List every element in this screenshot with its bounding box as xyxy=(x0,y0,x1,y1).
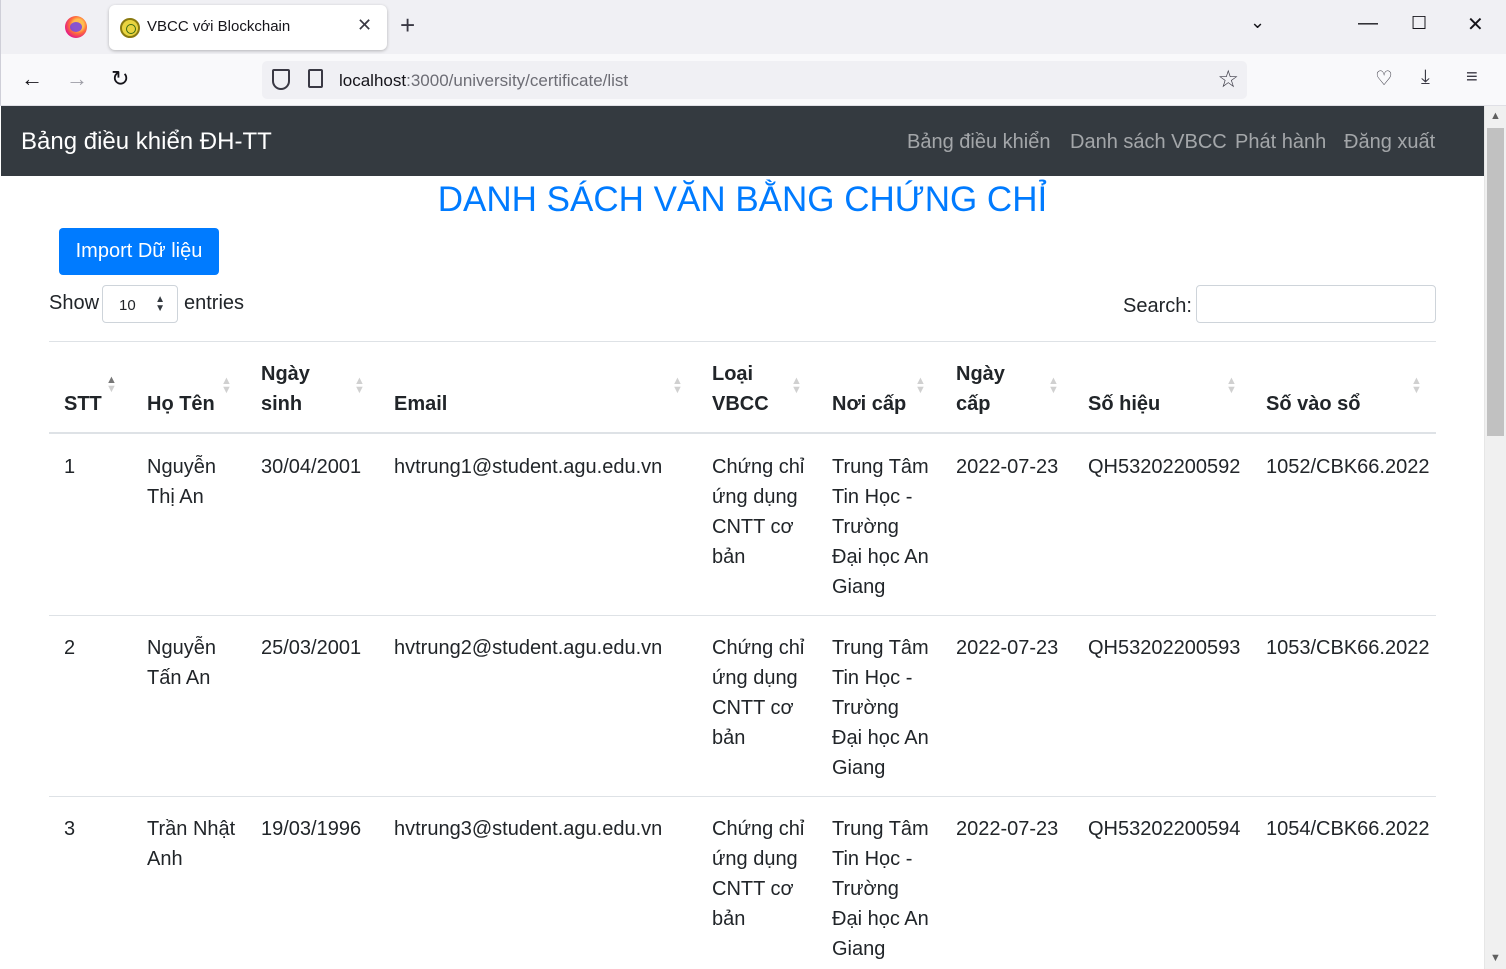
column-header-register[interactable]: Số vào sổ xyxy=(1266,389,1360,419)
sort-icon[interactable]: ▲ ▼ xyxy=(1048,376,1059,396)
cell-type: Chứng chỉ ứng dụng CNTT cơ bản xyxy=(712,818,805,930)
page-length-select[interactable]: 10 ▲ ▼ xyxy=(102,285,178,323)
cell-issue-date: 2022-07-23 xyxy=(956,456,1059,478)
downloads-icon[interactable]: ⤓ xyxy=(1421,66,1430,89)
page-title: DANH SÁCH VĂN BẰNG CHỨNG CHỈ xyxy=(437,180,1048,219)
cell-email: hvtrung2@student.agu.edu.vn xyxy=(394,637,663,659)
scroll-down-icon[interactable]: ▼ xyxy=(1490,952,1501,964)
select-caret-icon: ▲ ▼ xyxy=(155,294,165,314)
search-label: Search: xyxy=(1123,295,1192,317)
cell-serial: QH53202200594 xyxy=(1088,818,1241,840)
column-header-email[interactable]: Email xyxy=(394,389,447,419)
sort-asc-icon[interactable]: ▲ ▼ xyxy=(106,375,117,395)
sort-icon[interactable]: ▲ ▼ xyxy=(1226,376,1237,396)
firefox-icon[interactable] xyxy=(65,16,87,38)
cell-name: Nguyễn Thị An xyxy=(147,456,216,508)
row-divider xyxy=(49,796,1436,797)
pocket-icon[interactable]: ♡ xyxy=(1375,66,1393,91)
back-icon[interactable]: ← xyxy=(21,66,43,92)
cell-stt: 3 xyxy=(64,818,76,840)
sort-icon[interactable]: ▲ ▼ xyxy=(1411,376,1422,396)
cell-name: Nguyễn Tấn An xyxy=(147,637,216,689)
cell-serial: QH53202200592 xyxy=(1088,456,1241,478)
tracking-shield-icon[interactable] xyxy=(272,69,290,90)
close-tab-icon[interactable]: ✕ xyxy=(357,15,372,36)
sort-icon[interactable]: ▲ ▼ xyxy=(791,376,802,396)
url-text[interactable]: localhost:3000/university/certificate/li… xyxy=(339,71,628,91)
cell-register: 1054/CBK66.2022 xyxy=(1266,818,1430,840)
cell-issuer: Trung Tâm Tin Học - Trường Đại học An Gi… xyxy=(832,818,929,960)
cell-email: hvtrung1@student.agu.edu.vn xyxy=(394,456,663,478)
row-divider xyxy=(49,615,1436,616)
cell-stt: 1 xyxy=(64,456,76,478)
column-header-name[interactable]: Họ Tên xyxy=(147,389,215,419)
show-label: Show xyxy=(49,292,100,314)
nav-logout[interactable]: Đăng xuất xyxy=(1344,131,1435,154)
cell-register: 1052/CBK66.2022 xyxy=(1266,456,1430,478)
cell-dob: 30/04/2001 xyxy=(261,456,362,478)
scroll-up-icon[interactable]: ▲ xyxy=(1490,110,1501,122)
cell-issuer: Trung Tâm Tin Học - Trường Đại học An Gi… xyxy=(832,456,929,598)
cell-issue-date: 2022-07-23 xyxy=(956,637,1059,659)
cell-issuer: Trung Tâm Tin Học - Trường Đại học An Gi… xyxy=(832,637,929,779)
tab-title: VBCC với Blockchain xyxy=(147,18,291,35)
column-header-type[interactable]: Loại VBCC xyxy=(712,359,782,419)
minimize-icon[interactable]: — xyxy=(1358,12,1378,35)
browser-toolbar: ← → ↻ localhost:3000/university/certific… xyxy=(0,54,1506,106)
sort-icon[interactable]: ▲ ▼ xyxy=(915,376,926,396)
nav-certificate-list[interactable]: Danh sách VBCC xyxy=(1070,131,1227,154)
cell-type: Chứng chỉ ứng dụng CNTT cơ bản xyxy=(712,456,805,568)
cell-serial: QH53202200593 xyxy=(1088,637,1241,659)
window-close-icon[interactable]: ✕ xyxy=(1467,12,1484,37)
cell-issue-date: 2022-07-23 xyxy=(956,818,1059,840)
column-header-stt[interactable]: STT xyxy=(64,389,102,419)
brand[interactable]: Bảng điều khiển ĐH-TT xyxy=(21,128,272,156)
new-tab-icon[interactable]: + xyxy=(400,10,415,41)
page-scrollbar[interactable]: ▲ ▼ xyxy=(1484,106,1506,969)
sort-icon[interactable]: ▲ ▼ xyxy=(221,376,232,396)
browser-tab[interactable]: VBCC với Blockchain ✕ xyxy=(109,5,387,50)
browser-tab-bar: VBCC với Blockchain ✕ + ⌄ — ☐ ✕ xyxy=(0,0,1506,54)
column-header-serial[interactable]: Số hiệu xyxy=(1088,389,1160,419)
cell-type: Chứng chỉ ứng dụng CNTT cơ bản xyxy=(712,637,805,749)
tab-list-chevron-icon[interactable]: ⌄ xyxy=(1250,12,1265,33)
table-header-border xyxy=(49,432,1436,434)
forward-icon[interactable]: → xyxy=(66,66,88,92)
nav-dashboard[interactable]: Bảng điều khiển xyxy=(907,131,1050,154)
nav-issue[interactable]: Phát hành xyxy=(1235,131,1326,154)
cell-stt: 2 xyxy=(64,637,76,659)
search-input[interactable] xyxy=(1196,285,1436,323)
cell-dob: 19/03/1996 xyxy=(261,818,362,840)
column-header-issue-date[interactable]: Ngày cấp xyxy=(956,359,1016,419)
scroll-thumb[interactable] xyxy=(1487,128,1504,436)
cell-register: 1053/CBK66.2022 xyxy=(1266,637,1430,659)
app-navbar: Bảng điều khiển ĐH-TT Bảng điều khiển Da… xyxy=(1,106,1484,176)
sort-icon[interactable]: ▲ ▼ xyxy=(354,376,365,396)
cell-email: hvtrung3@student.agu.edu.vn xyxy=(394,818,663,840)
cell-name: Trần Nhật Anh xyxy=(147,818,236,870)
cell-dob: 25/03/2001 xyxy=(261,637,362,659)
site-favicon-icon xyxy=(120,18,140,38)
bookmark-star-icon[interactable]: ☆ xyxy=(1217,65,1239,94)
menu-icon[interactable]: ≡ xyxy=(1466,66,1478,89)
page-length-value: 10 xyxy=(119,297,136,314)
maximize-icon[interactable]: ☐ xyxy=(1411,13,1427,34)
reload-icon[interactable]: ↻ xyxy=(111,66,129,92)
table-top-border xyxy=(49,341,1436,342)
page-info-icon[interactable] xyxy=(308,69,323,88)
entries-label: entries xyxy=(184,292,245,314)
import-data-button[interactable]: Import Dữ liệu xyxy=(59,228,219,275)
page-viewport: Bảng điều khiển ĐH-TT Bảng điều khiển Da… xyxy=(1,106,1484,969)
column-header-issuer[interactable]: Nơi cấp xyxy=(832,389,906,419)
sort-icon[interactable]: ▲ ▼ xyxy=(672,376,683,396)
address-bar[interactable]: localhost:3000/university/certificate/li… xyxy=(262,61,1247,99)
column-header-dob[interactable]: Ngày sinh xyxy=(261,359,331,419)
